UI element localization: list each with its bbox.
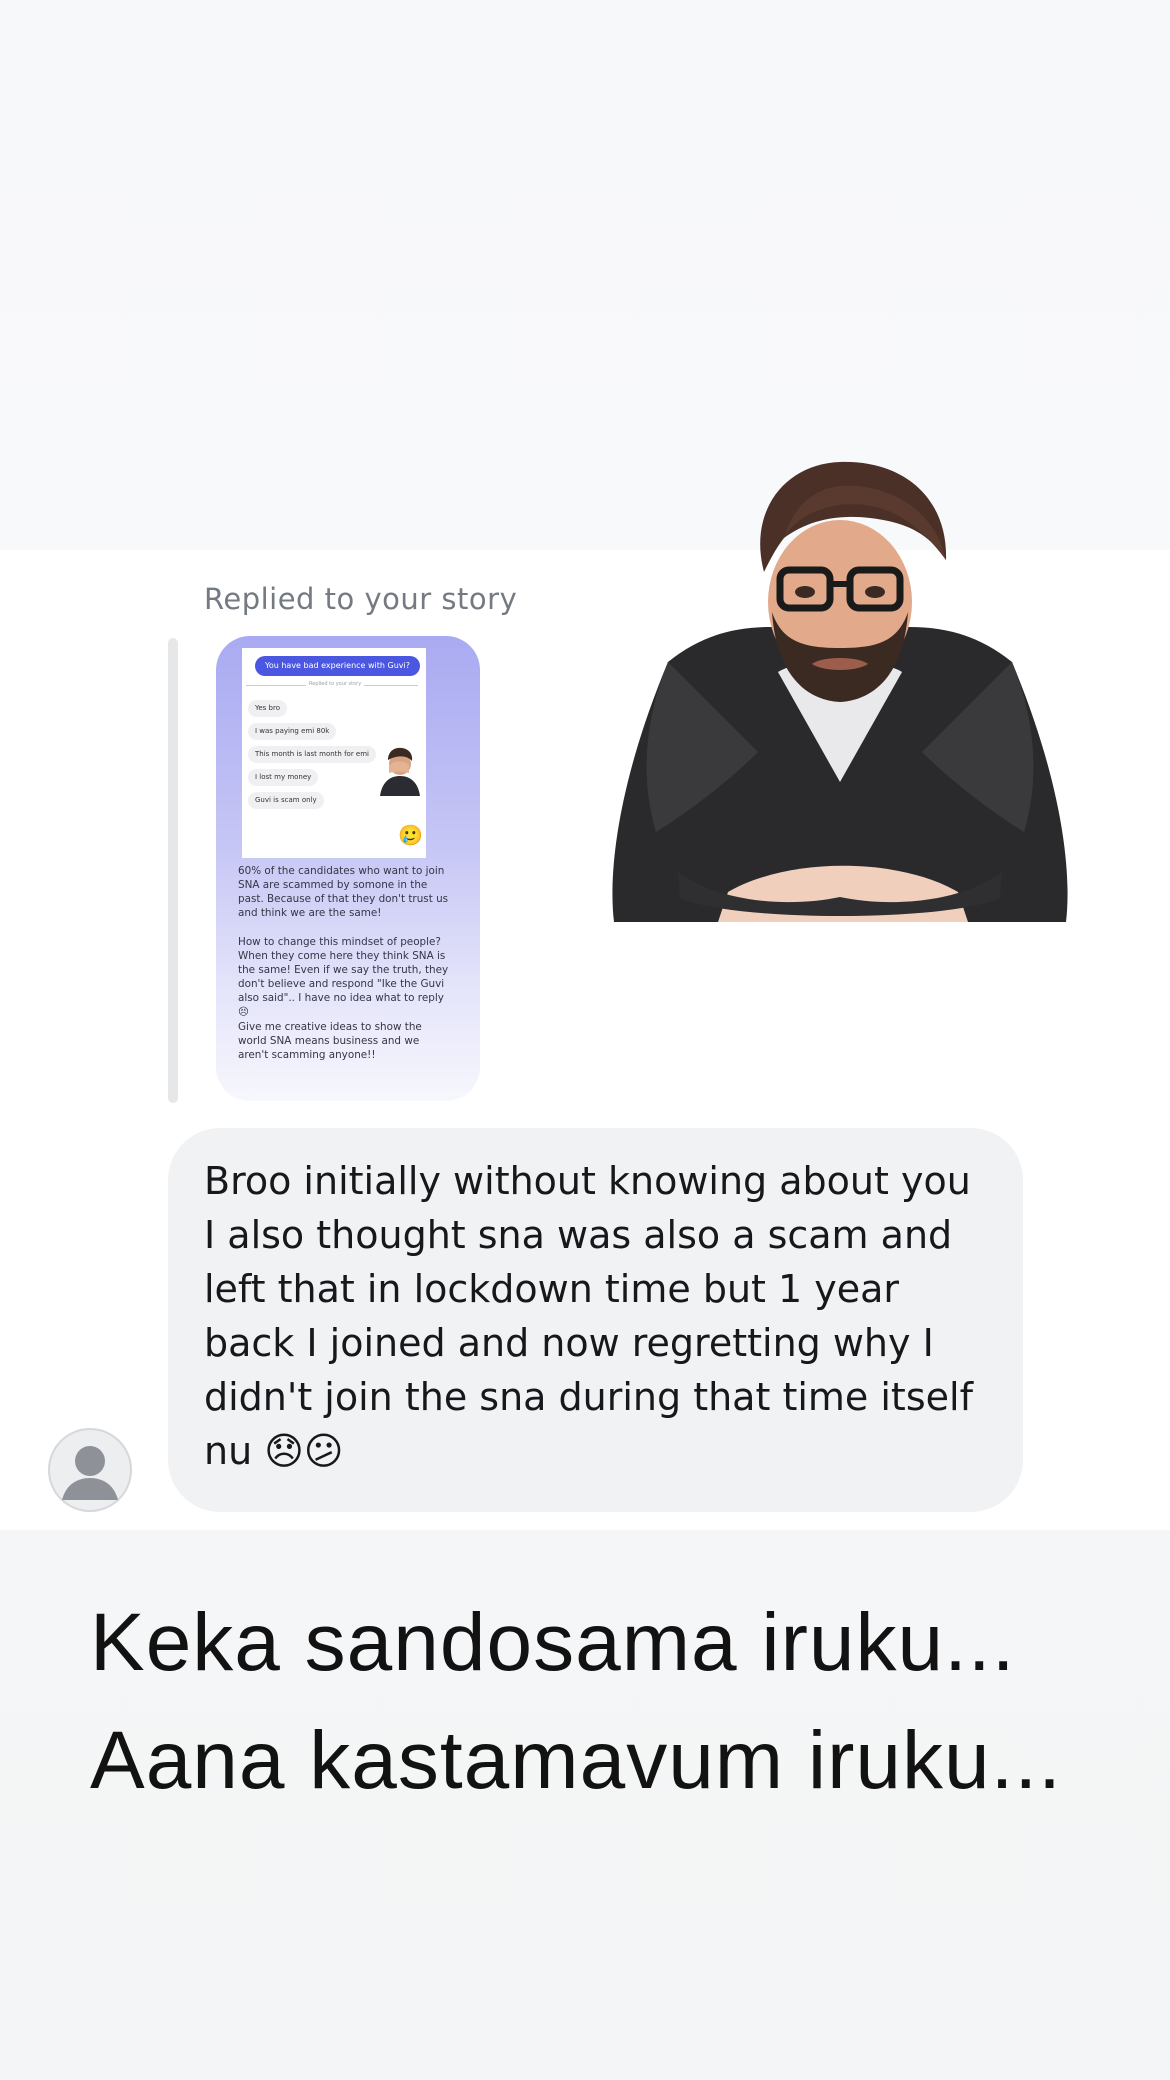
story-preview[interactable]: You have bad experience with Guvi? Repli…	[216, 636, 480, 1101]
story-screenshot: You have bad experience with Guvi? Repli…	[242, 648, 426, 858]
caption-line-1: Keka sandosama iruku...	[90, 1597, 1016, 1688]
story-message: I was paying emi 80k	[248, 723, 337, 740]
story-paragraph: 60% of the candidates who want to join S…	[238, 865, 449, 919]
story-message: Yes bro	[248, 700, 287, 717]
story-paragraph: Give me creative ideas to show the world…	[238, 1021, 422, 1061]
message-bubble[interactable]: Broo initially without knowing about you…	[168, 1128, 1023, 1512]
story-meta-label: Replied to your story	[306, 681, 365, 687]
story-message: This month is last month for emi	[248, 746, 377, 763]
caption-line-2: Aana kastamavum iruku...	[90, 1715, 1062, 1806]
story-header-bubble: You have bad experience with Guvi?	[255, 656, 420, 676]
message-text: Broo initially without knowing about you…	[204, 1159, 973, 1473]
replied-to-story-label: Replied to your story	[204, 582, 518, 616]
story-paragraph: How to change this mindset of people? Wh…	[238, 936, 449, 1018]
facepalm-memoji-icon	[380, 747, 420, 796]
story-message: I lost my money	[248, 769, 319, 786]
default-user-avatar-icon[interactable]	[48, 1428, 132, 1512]
story-message: Guvi is scam only	[248, 792, 324, 809]
reply-quote-bar	[168, 638, 178, 1103]
memoji-sticker	[612, 461, 1068, 922]
story-reaction-emoji: 🥲	[398, 823, 423, 847]
